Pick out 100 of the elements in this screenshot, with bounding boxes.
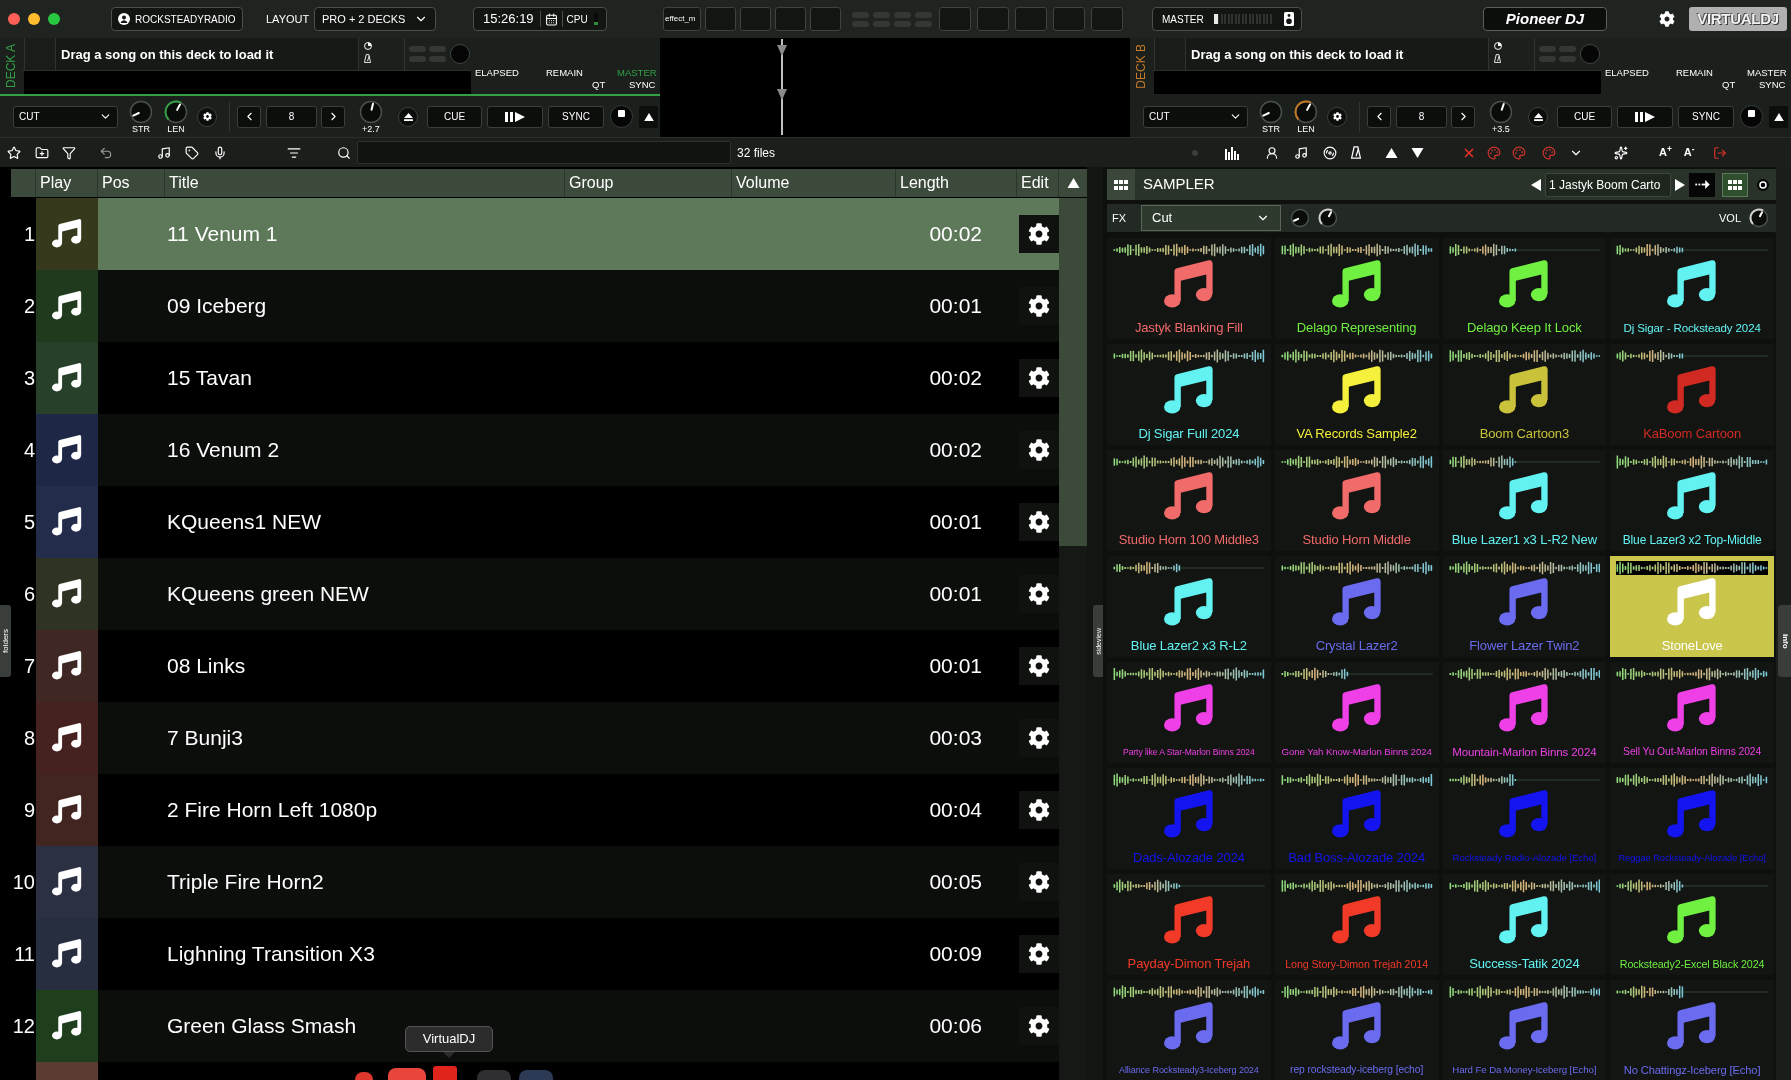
pie-icon[interactable] bbox=[364, 42, 372, 50]
pie-icon[interactable] bbox=[1494, 42, 1502, 50]
sample-pad[interactable]: Blue Lazer3 x2 Top-Middle bbox=[1610, 450, 1774, 551]
sync-button[interactable]: SYNC bbox=[548, 105, 604, 128]
pitch-knob[interactable] bbox=[1489, 99, 1513, 124]
zoom-button[interactable] bbox=[48, 13, 60, 25]
minimize-button[interactable] bbox=[28, 13, 40, 25]
next-button[interactable] bbox=[1451, 105, 1475, 128]
table-row[interactable]: 1 11 Venum 1 00:02 bbox=[11, 198, 1059, 270]
folder-plus-icon[interactable] bbox=[35, 145, 49, 160]
app-icon[interactable] bbox=[355, 1072, 373, 1080]
user-icon[interactable] bbox=[1265, 145, 1279, 160]
fx-knob[interactable] bbox=[1290, 208, 1310, 228]
music-note-icon[interactable] bbox=[157, 145, 171, 160]
sample-pad[interactable]: Studio Horn 100 Middle3 bbox=[1107, 450, 1271, 551]
settings-button[interactable] bbox=[1019, 647, 1059, 685]
sample-pad[interactable]: rep rocksteady-iceberg [echo] bbox=[1274, 980, 1439, 1080]
circle-dot-icon[interactable] bbox=[1757, 178, 1769, 191]
sample-pad[interactable]: Studio Horn Middle bbox=[1274, 450, 1439, 551]
next-icon[interactable] bbox=[1675, 178, 1685, 191]
settings-button[interactable] bbox=[1019, 431, 1059, 469]
search-icon[interactable] bbox=[337, 145, 351, 160]
star-icon[interactable] bbox=[7, 145, 21, 160]
sample-pad[interactable]: KaBoom Cartoon bbox=[1610, 344, 1774, 445]
grid-view-button[interactable] bbox=[1722, 172, 1748, 197]
sample-pad[interactable]: Sell Yu Out-Marlon Binns 2024 bbox=[1610, 662, 1774, 763]
palette-icon[interactable] bbox=[1487, 145, 1501, 160]
loop-mode-dropdown[interactable]: CUT bbox=[1143, 105, 1248, 128]
sync-button[interactable]: SYNC bbox=[1678, 105, 1734, 128]
sample-pad[interactable]: Gone Yah Know-Marlon Binns 2024 bbox=[1274, 662, 1439, 763]
knob[interactable] bbox=[1294, 99, 1318, 124]
font-size-button[interactable]: A$^{-}$ bbox=[1683, 147, 1695, 158]
stop-button[interactable] bbox=[1740, 105, 1763, 128]
equalizer-icon[interactable] bbox=[1225, 145, 1239, 160]
sampler-menu-button[interactable] bbox=[1107, 169, 1135, 200]
settings-button[interactable] bbox=[1019, 1007, 1059, 1045]
close-button[interactable] bbox=[8, 13, 20, 25]
info-tab[interactable]: info bbox=[1778, 605, 1791, 677]
speaker-icon[interactable] bbox=[1284, 12, 1294, 26]
fx-dropdown[interactable]: Cut bbox=[1141, 205, 1281, 231]
exit-icon[interactable] bbox=[1713, 145, 1728, 160]
layout-dropdown[interactable]: PRO + 2 DECKS bbox=[314, 7, 436, 31]
eject-button[interactable] bbox=[1528, 106, 1548, 127]
list-icon[interactable] bbox=[287, 145, 301, 160]
sample-pad[interactable]: Flower Lazer Twin2 bbox=[1442, 556, 1607, 657]
table-row[interactable]: 2 09 Iceberg 00:01 bbox=[11, 270, 1059, 342]
knob[interactable] bbox=[129, 99, 153, 124]
loop-size-field[interactable]: 8 bbox=[1396, 105, 1447, 128]
column-header[interactable]: Group bbox=[569, 171, 614, 195]
return-arrow-icon[interactable] bbox=[99, 145, 113, 160]
settings-button[interactable] bbox=[197, 106, 217, 127]
column-header[interactable]: Pos bbox=[102, 171, 130, 195]
settings-icon[interactable] bbox=[1659, 11, 1675, 27]
settings-button[interactable] bbox=[1019, 575, 1059, 613]
settings-button[interactable] bbox=[1019, 719, 1059, 757]
app-icon[interactable] bbox=[388, 1068, 426, 1080]
column-header[interactable]: Title bbox=[169, 171, 199, 195]
account-button[interactable]: ROCKSTEADYRADIO bbox=[111, 7, 243, 31]
previous-button[interactable] bbox=[237, 105, 261, 128]
table-row[interactable]: 8 7 Bunji3 00:03 bbox=[11, 702, 1059, 774]
sample-pad[interactable]: Crystal Lazer2 bbox=[1274, 556, 1439, 657]
sample-pad[interactable]: Rocksteady2-Excel Black 2024 bbox=[1610, 874, 1774, 975]
table-row[interactable]: 4 16 Venum 2 00:02 bbox=[11, 414, 1059, 486]
loop-mode-dropdown[interactable]: CUT bbox=[13, 105, 118, 128]
sample-pad[interactable]: Payday-Dimon Trejah bbox=[1107, 874, 1271, 975]
settings-button[interactable] bbox=[1019, 503, 1059, 541]
previous-icon[interactable] bbox=[1531, 178, 1541, 191]
cue-button[interactable]: CUE bbox=[1557, 105, 1612, 128]
sample-pad[interactable]: Delago Representing bbox=[1274, 238, 1439, 339]
triangle-up-icon[interactable] bbox=[1385, 147, 1398, 158]
up-button[interactable] bbox=[639, 105, 658, 128]
triangle-down-icon[interactable] bbox=[1411, 147, 1424, 158]
metronome-icon[interactable] bbox=[364, 54, 371, 63]
eject-button[interactable] bbox=[398, 106, 418, 127]
table-row[interactable]: 10 Triple Fire Horn2 00:05 bbox=[11, 846, 1059, 918]
metronome-icon[interactable] bbox=[1494, 54, 1501, 63]
search-field[interactable] bbox=[357, 141, 731, 164]
arrow-button[interactable] bbox=[1689, 172, 1715, 197]
sample-pad[interactable]: Dj Sigar - Rocksteady 2024 bbox=[1610, 238, 1774, 339]
sample-pad[interactable]: Blue Lazer1 x3 L-R2 New bbox=[1442, 450, 1607, 551]
stop-button[interactable] bbox=[610, 105, 633, 128]
filter-icon[interactable] bbox=[62, 145, 76, 160]
sample-pad[interactable]: No Chattingz-Iceberg [Echo] bbox=[1610, 980, 1774, 1080]
palette-icon[interactable] bbox=[1542, 145, 1556, 160]
sample-pad[interactable]: Success-Tatik 2024 bbox=[1442, 874, 1607, 975]
sample-pad[interactable]: Mountain-Marlon Binns 2024 bbox=[1442, 662, 1607, 763]
settings-button[interactable] bbox=[1327, 106, 1347, 127]
sample-name-field[interactable]: 1 Jastyk Boom Carto bbox=[1545, 172, 1671, 197]
settings-button[interactable] bbox=[1019, 863, 1059, 901]
settings-button[interactable] bbox=[1019, 215, 1059, 253]
sample-pad[interactable]: Blue Lazer2 x3 R-L2 bbox=[1107, 556, 1271, 657]
palette-icon[interactable] bbox=[1512, 145, 1526, 160]
cue-button[interactable]: CUE bbox=[427, 105, 482, 128]
pitch-knob[interactable] bbox=[359, 99, 383, 124]
fx-knob[interactable] bbox=[1318, 208, 1338, 228]
table-row[interactable]: 6 KQueens green NEW 00:01 bbox=[11, 558, 1059, 630]
column-header[interactable]: Length bbox=[900, 171, 949, 195]
sparkle-icon[interactable] bbox=[1614, 145, 1628, 160]
microphone-icon[interactable] bbox=[213, 145, 227, 160]
up-button[interactable] bbox=[1769, 105, 1788, 128]
